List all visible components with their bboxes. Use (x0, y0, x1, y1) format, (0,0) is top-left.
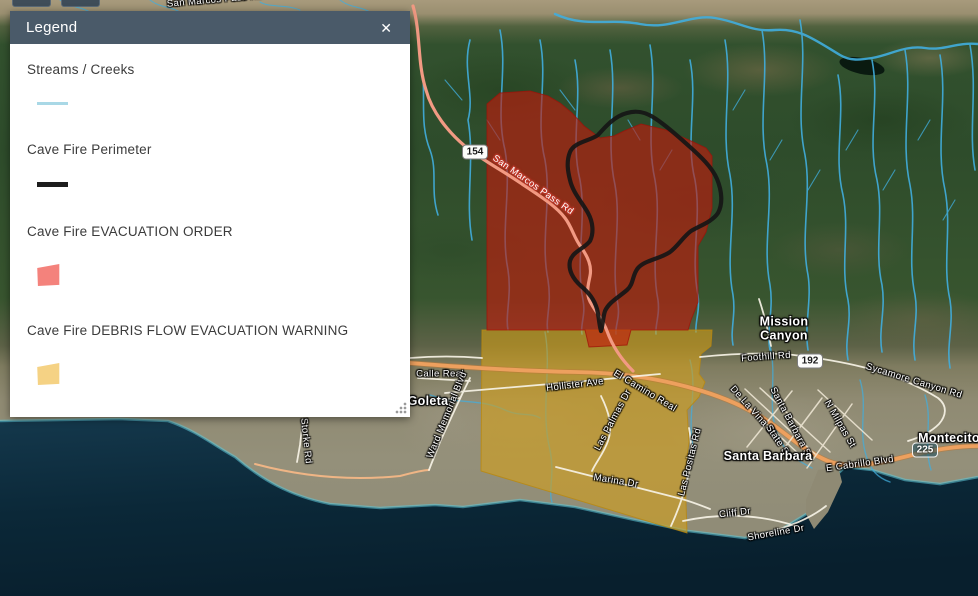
evacuation-order-zone[interactable] (487, 91, 712, 347)
legend-title: Legend (26, 19, 77, 36)
legend-item-debris-flow-warning: Cave Fire DEBRIS FLOW EVACUATION WARNING (27, 323, 394, 385)
legend-body: Streams / Creeks Cave Fire Perimeter Cav… (10, 44, 410, 385)
perimeter-line-swatch (37, 182, 68, 187)
resize-grip-icon[interactable] (394, 401, 407, 414)
legend-item-evacuation-order: Cave Fire EVACUATION ORDER (27, 224, 394, 286)
debris-flow-warning-polygon-swatch (37, 363, 60, 385)
legend-item-streams: Streams / Creeks (27, 62, 394, 105)
legend-item-label: Cave Fire DEBRIS FLOW EVACUATION WARNING (27, 323, 394, 338)
collapsed-widget-button-2[interactable] (61, 0, 100, 7)
legend-header[interactable]: Legend ✕ (10, 11, 410, 44)
collapsed-widget-button-1[interactable] (12, 0, 51, 7)
legend-item-perimeter: Cave Fire Perimeter (27, 142, 394, 187)
close-icon[interactable]: ✕ (376, 19, 396, 37)
streams-line-swatch (37, 102, 68, 105)
legend-item-label: Cave Fire EVACUATION ORDER (27, 224, 394, 239)
legend-panel: Legend ✕ Streams / Creeks Cave Fire Peri… (10, 11, 410, 417)
legend-item-label: Streams / Creeks (27, 62, 394, 77)
map-canvas[interactable]: San Marcos Pass Rd San Marcos Pass Rd Ca… (0, 0, 978, 596)
evacuation-order-polygon-swatch (37, 264, 60, 286)
legend-item-label: Cave Fire Perimeter (27, 142, 394, 157)
